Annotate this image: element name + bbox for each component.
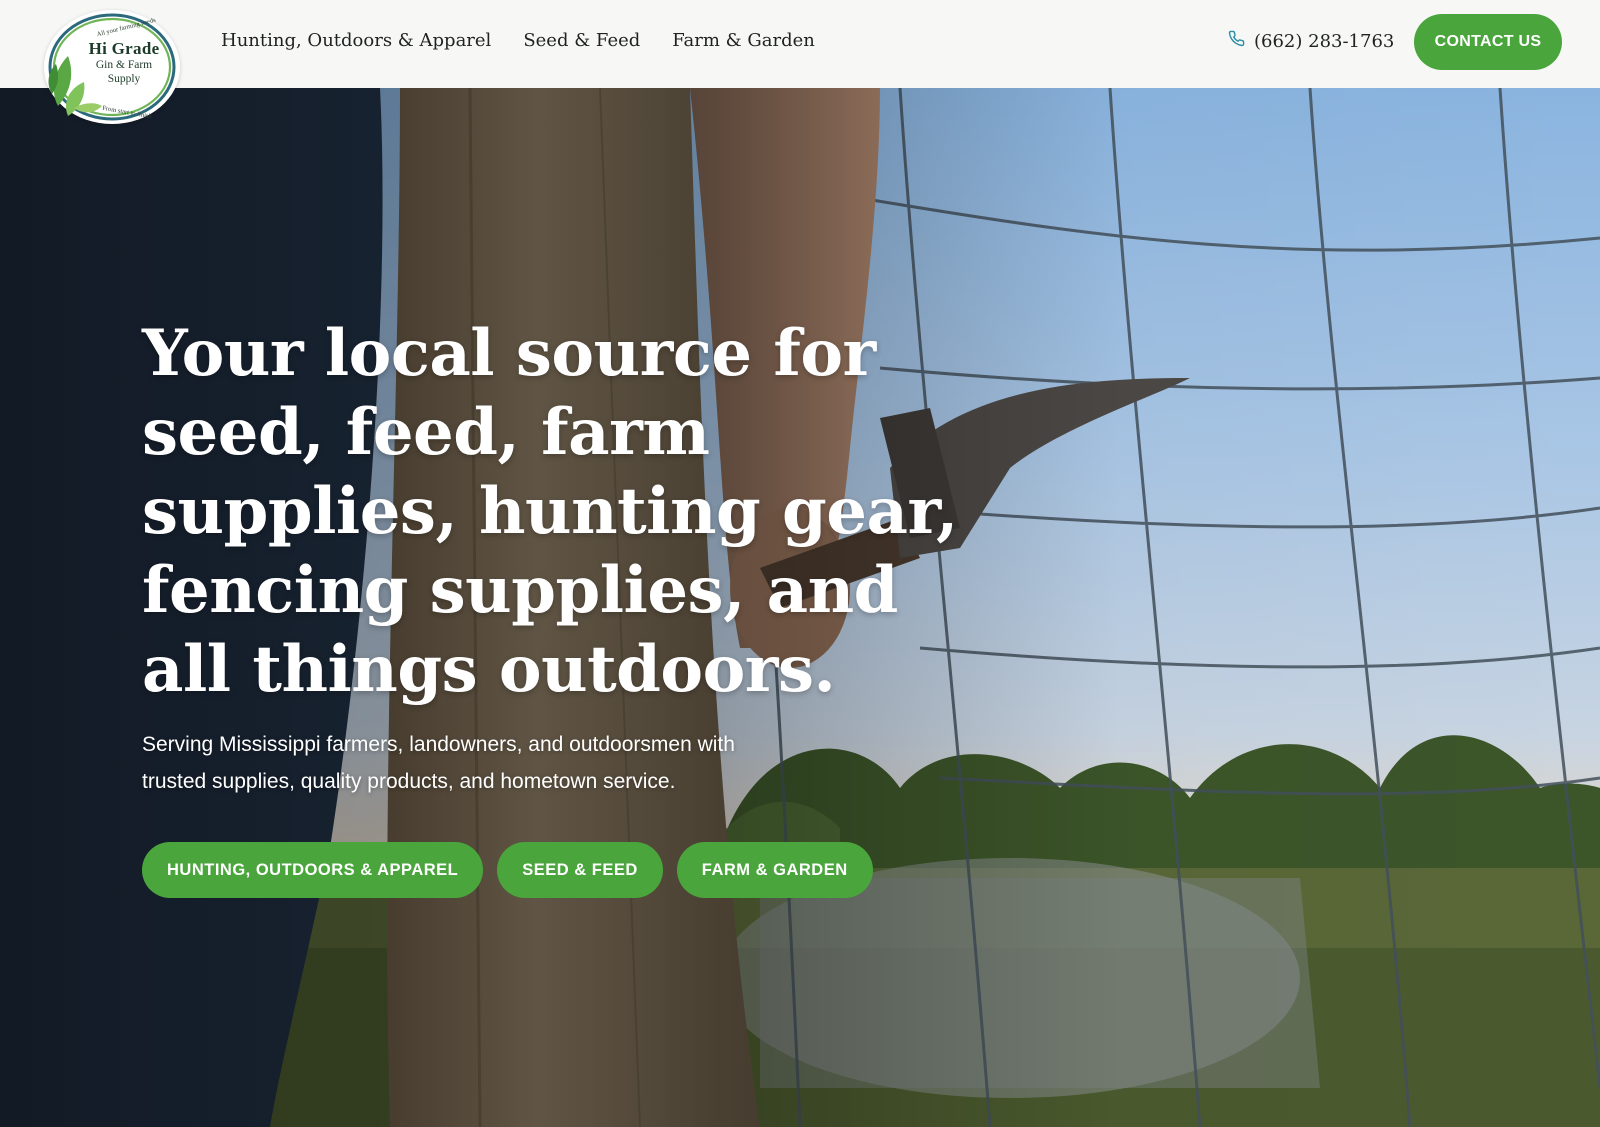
hero-headline: Your local source for seed, feed, farm s… (142, 316, 958, 707)
logo-brand-name: Hi Grade (88, 39, 160, 58)
logo-wordmark: Hi Grade Gin & Farm Supply (74, 40, 174, 85)
hero-section: Your local source for seed, feed, farm s… (0, 88, 1600, 1127)
hero-cta-group: HUNTING, OUTDOORS & APPAREL SEED & FEED … (142, 842, 873, 898)
nav-link-farm-garden[interactable]: Farm & Garden (672, 30, 815, 51)
contact-us-button[interactable]: CONTACT US (1414, 14, 1562, 70)
cta-seed-feed-button[interactable]: SEED & FEED (497, 842, 663, 898)
logo-subline-1: Gin & Farm (95, 59, 153, 71)
nav-link-hunting-outdoors-apparel[interactable]: Hunting, Outdoors & Apparel (221, 30, 491, 51)
hero-subheadline: Serving Mississippi farmers, landowners,… (142, 733, 735, 793)
site-logo[interactable]: All your farming needs Hi Grade Gin & Fa… (44, 10, 180, 124)
phone-number: (662) 283-1763 (1254, 30, 1395, 52)
main-nav: Hunting, Outdoors & Apparel Seed & Feed … (221, 30, 815, 51)
phone-icon (1228, 30, 1245, 52)
cta-hunting-outdoors-apparel-button[interactable]: HUNTING, OUTDOORS & APPAREL (142, 842, 484, 898)
logo-subline-2: Supply (107, 72, 141, 85)
nav-link-seed-feed[interactable]: Seed & Feed (523, 30, 640, 51)
cta-farm-garden-button[interactable]: FARM & GARDEN (676, 842, 873, 898)
site-header: Hunting, Outdoors & Apparel Seed & Feed … (0, 0, 1600, 88)
phone-link[interactable]: (662) 283-1763 (1228, 30, 1394, 52)
